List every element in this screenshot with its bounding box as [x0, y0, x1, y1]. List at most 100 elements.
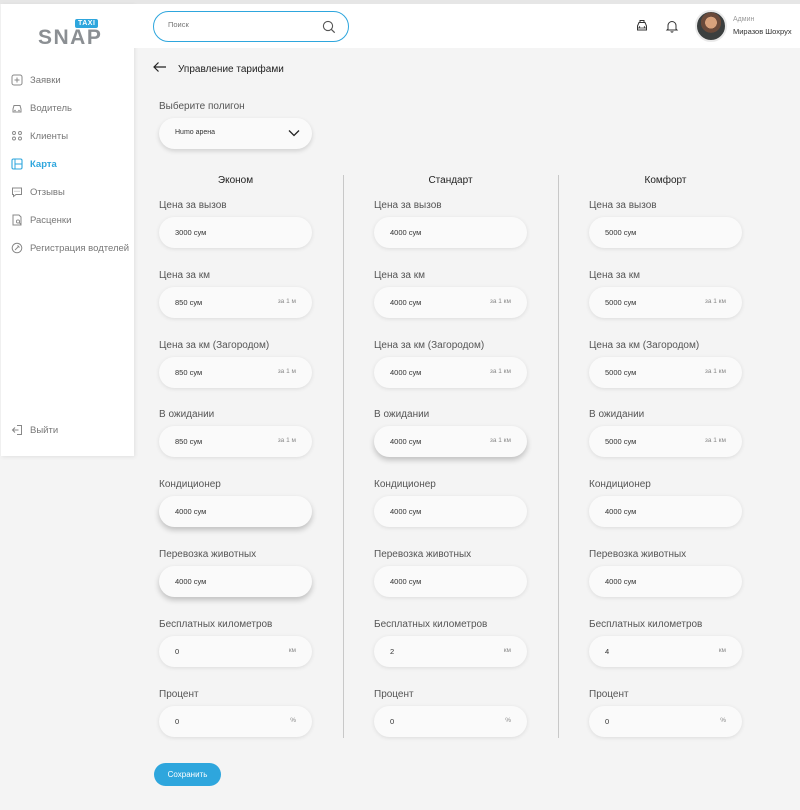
- field-label: Кондиционер: [589, 479, 651, 491]
- call-price-input[interactable]: 4000 сум: [374, 217, 527, 248]
- field-label: Перевозка животных: [159, 549, 257, 560]
- sidebar-item-reviews[interactable]: Отзывы: [1, 178, 134, 206]
- sidebar-item-rates[interactable]: Расценки: [1, 206, 134, 234]
- snap-taxi-logo: SNAP TAXI: [38, 19, 102, 49]
- column-divider: [343, 175, 344, 738]
- car-icon: [12, 105, 22, 113]
- waiting-price-input[interactable]: 850 сум за 1 м: [159, 426, 312, 458]
- user-role: Админ: [733, 16, 755, 23]
- back-arrow-icon[interactable]: [153, 61, 167, 73]
- pet-transport-input[interactable]: 4000 сум: [374, 566, 527, 597]
- sidebar-item-label: Карта: [30, 158, 57, 170]
- field-value: 5000 сум: [605, 228, 637, 237]
- field-unit: за 1 км: [489, 437, 511, 445]
- km-price-input[interactable]: 4000 сум за 1 км: [374, 286, 527, 318]
- field-unit: за 1 км: [704, 437, 726, 445]
- sidebar-item-label: Расценки: [30, 214, 72, 226]
- logo-taxi-tag: TAXI: [75, 19, 99, 28]
- field-label: Цена за км: [374, 269, 425, 281]
- field-value: 3000 сум: [175, 228, 207, 237]
- taxi-car-icon[interactable]: [635, 19, 649, 33]
- field-label: Процент: [589, 688, 629, 700]
- field-label: Цена за вызов: [374, 200, 442, 211]
- call-price-input[interactable]: 3000 сум: [159, 217, 312, 248]
- field-unit: км: [288, 646, 296, 654]
- field-value: 0: [175, 646, 180, 656]
- logout-button[interactable]: Выйти: [11, 424, 58, 436]
- field-unit: за 1 м: [277, 367, 296, 375]
- km-price-input[interactable]: 5000 сум за 1 км: [589, 286, 742, 318]
- field-value: 5000 сум: [605, 297, 637, 307]
- field-value: 4000 сум: [390, 367, 422, 377]
- save-button[interactable]: Сохранить: [154, 763, 221, 786]
- intercity-km-price-input[interactable]: 850 сум за 1 м: [159, 356, 312, 388]
- field-unit: за 1 км: [489, 367, 511, 375]
- sidebar-nav: Заявки Водитель Клиенты Карта Отзывы Рас…: [1, 66, 134, 262]
- user-name: Миразов Шохрух: [733, 27, 792, 36]
- search-bar[interactable]: [153, 11, 349, 42]
- free-km-input[interactable]: 0 км: [159, 635, 312, 667]
- field-value: 0: [390, 716, 395, 726]
- km-price-input[interactable]: 850 сум за 1 м: [159, 286, 312, 318]
- field-label: Цена за км: [159, 269, 210, 281]
- field-label: В ожидании: [374, 409, 430, 421]
- sidebar-item-requests[interactable]: Заявки: [1, 66, 134, 94]
- polygon-selected-value: Humo арена: [175, 129, 216, 136]
- sidebar-item-label: Заявки: [30, 74, 61, 86]
- intercity-km-price-input[interactable]: 4000 сум за 1 км: [374, 356, 527, 388]
- page-title: Управление тарифами: [178, 64, 284, 75]
- sidebar-item-clients[interactable]: Клиенты: [1, 122, 134, 150]
- avatar[interactable]: [695, 10, 727, 42]
- field-label: В ожидании: [159, 409, 215, 421]
- field-value: 4000 сум: [390, 437, 422, 447]
- pet-transport-input[interactable]: 4000 сум: [589, 566, 742, 597]
- register-driver-icon: [11, 242, 23, 254]
- field-value: 0: [175, 716, 180, 726]
- logout-label: Выйти: [30, 424, 59, 436]
- bell-icon[interactable]: [665, 19, 679, 33]
- polygon-select[interactable]: Humo арена: [159, 118, 312, 149]
- air-conditioner-input[interactable]: 4000 сум: [374, 496, 527, 528]
- field-label: Цена за км: [589, 269, 640, 281]
- field-unit: за 1 км: [704, 367, 726, 375]
- sidebar-item-map[interactable]: Карта: [1, 150, 134, 178]
- field-label: Кондиционер: [159, 479, 221, 491]
- free-km-input[interactable]: 4 км: [589, 635, 742, 667]
- field-value: 4000 сум: [390, 507, 422, 517]
- pet-transport-input[interactable]: 4000 сум: [159, 566, 312, 597]
- percent-input[interactable]: 0%: [589, 705, 742, 737]
- field-unit: за 1 м: [277, 297, 296, 305]
- percent-input[interactable]: 0%: [374, 705, 527, 737]
- sidebar-item-label: Отзывы: [30, 186, 65, 198]
- field-unit: км: [718, 646, 726, 654]
- call-price-input[interactable]: 5000 сум: [589, 217, 742, 248]
- field-label: Перевозка животных: [589, 549, 687, 560]
- percent-input[interactable]: 0%: [159, 705, 312, 737]
- intercity-km-price-input[interactable]: 5000 сум за 1 км: [589, 356, 742, 388]
- field-value: 2: [390, 646, 395, 656]
- sidebar-item-label: Клиенты: [30, 130, 69, 142]
- field-label: Процент: [159, 688, 199, 700]
- search-icon[interactable]: [322, 20, 336, 34]
- free-km-input[interactable]: 2 км: [374, 635, 527, 667]
- sidebar-item-driver-registration[interactable]: Регистрация водтелей: [1, 234, 134, 262]
- sidebar-item-driver[interactable]: Водитель: [1, 94, 134, 122]
- field-label: Цена за км (Загородом): [374, 339, 485, 351]
- field-value: 850 сум: [175, 437, 203, 447]
- field-value: 4000 сум: [605, 507, 637, 517]
- field-value: 4000 сум: [605, 577, 637, 586]
- waiting-price-input[interactable]: 4000 сум за 1 км: [374, 426, 527, 458]
- air-conditioner-input[interactable]: 4000 сум: [589, 496, 742, 528]
- field-label: Цена за вызов: [159, 200, 227, 211]
- polygon-label: Выберите полигон: [159, 101, 245, 112]
- waiting-price-input[interactable]: 5000 сум за 1 км: [589, 426, 742, 458]
- chat-icon: [12, 187, 22, 198]
- sidebar-item-label: Водитель: [30, 102, 72, 114]
- search-input[interactable]: [168, 20, 318, 29]
- field-unit: за 1 км: [704, 297, 726, 305]
- field-label: Процент: [374, 688, 414, 700]
- column-title: Стандарт: [428, 175, 473, 186]
- field-label: Цена за км (Загородом): [159, 339, 270, 351]
- field-value: 4000 сум: [390, 228, 422, 237]
- air-conditioner-input[interactable]: 4000 сум: [159, 496, 312, 528]
